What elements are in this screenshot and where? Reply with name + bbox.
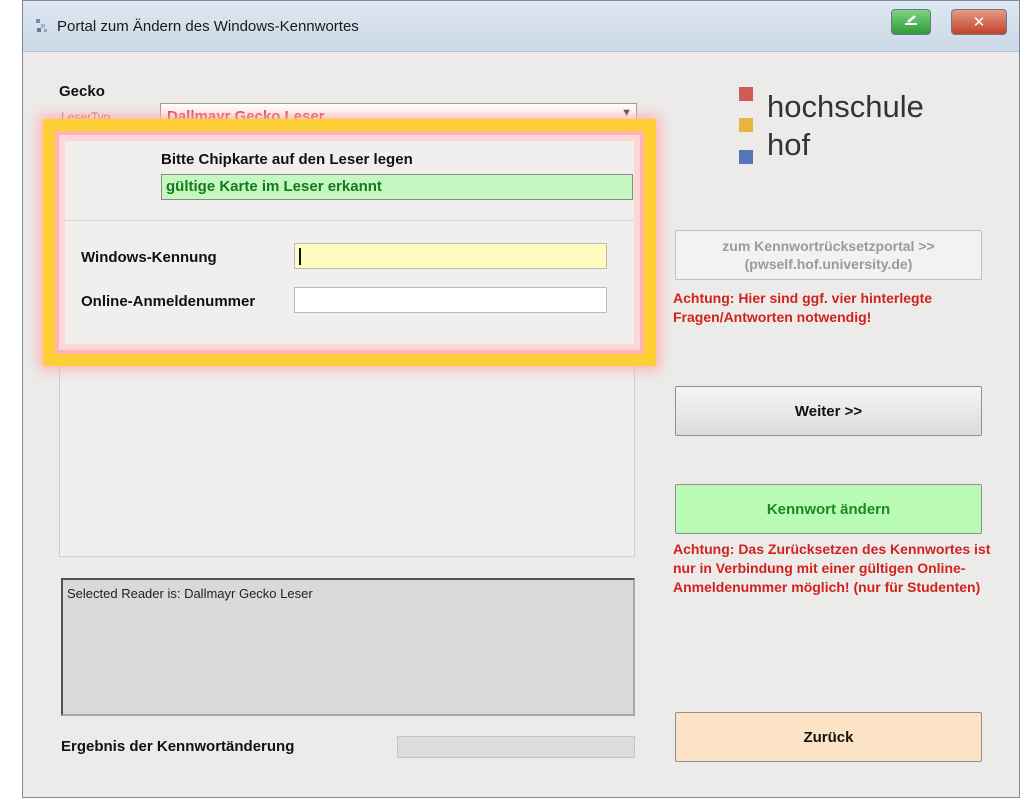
close-button[interactable]: ✕ bbox=[951, 9, 1007, 35]
window-title: Portal zum Ändern des Windows-Kennwortes bbox=[57, 18, 359, 35]
logo-yellow-square bbox=[739, 118, 753, 132]
logo-red-square bbox=[739, 87, 753, 101]
hochschule-hof-logo: hochschule hof bbox=[739, 83, 959, 173]
weiter-button[interactable]: Weiter >> bbox=[675, 386, 982, 436]
logo-word-hof: hof bbox=[767, 127, 811, 162]
app-window: Portal zum Ändern des Windows-Kennwortes… bbox=[22, 0, 1020, 798]
logo-blue-square bbox=[739, 150, 753, 164]
lesertyp-value: Dallmayr Gecko Leser bbox=[167, 108, 325, 125]
title-bar: Portal zum Ändern des Windows-Kennwortes… bbox=[23, 1, 1019, 52]
minimize-icon bbox=[902, 13, 920, 31]
lesertyp-dropdown[interactable]: Dallmayr Gecko Leser ▼ bbox=[160, 103, 637, 125]
minimize-button[interactable] bbox=[891, 9, 931, 35]
result-label: Ergebnis der Kennwortänderung bbox=[61, 738, 295, 755]
reset-warning: Achtung: Das Zurücksetzen des Kennwortes… bbox=[673, 541, 991, 595]
panel-divider bbox=[60, 220, 634, 221]
portal-button-line2: (pwself.hof.university.de) bbox=[744, 256, 913, 272]
reader-log-text: Selected Reader is: Dallmayr Gecko Leser bbox=[67, 586, 313, 601]
windows-kennung-label: Windows-Kennung bbox=[81, 249, 217, 266]
online-anmeldenummer-label: Online-Anmeldenummer bbox=[81, 293, 256, 310]
zurueck-button[interactable]: Zurück bbox=[675, 712, 982, 762]
chevron-down-icon: ▼ bbox=[621, 107, 632, 119]
logo-word-hochschule: hochschule bbox=[767, 89, 924, 124]
reader-log-area[interactable]: Selected Reader is: Dallmayr Gecko Leser bbox=[61, 578, 635, 716]
chip-status-field: gültige Karte im Leser erkannt bbox=[161, 174, 633, 200]
card-panel bbox=[59, 137, 635, 557]
password-reset-portal-button[interactable]: zum Kennwortrücksetzportal >> (pwself.ho… bbox=[675, 230, 982, 280]
online-anmeldenummer-input[interactable] bbox=[294, 287, 607, 313]
portal-warning: Achtung: Hier sind ggf. vier hinterlegte… bbox=[673, 290, 933, 325]
lesertyp-label: LeserTyp bbox=[61, 110, 111, 124]
text-caret bbox=[299, 248, 301, 265]
close-icon: ✕ bbox=[972, 14, 986, 31]
windows-kennung-input[interactable] bbox=[294, 243, 607, 269]
chip-prompt: Bitte Chipkarte auf den Leser legen bbox=[161, 151, 413, 168]
change-password-button[interactable]: Kennwort ändern bbox=[675, 484, 982, 534]
gecko-group-label: Gecko bbox=[59, 83, 105, 100]
result-field bbox=[397, 736, 635, 758]
portal-button-line1: zum Kennwortrücksetzportal >> bbox=[722, 238, 935, 254]
app-icon bbox=[33, 17, 51, 35]
